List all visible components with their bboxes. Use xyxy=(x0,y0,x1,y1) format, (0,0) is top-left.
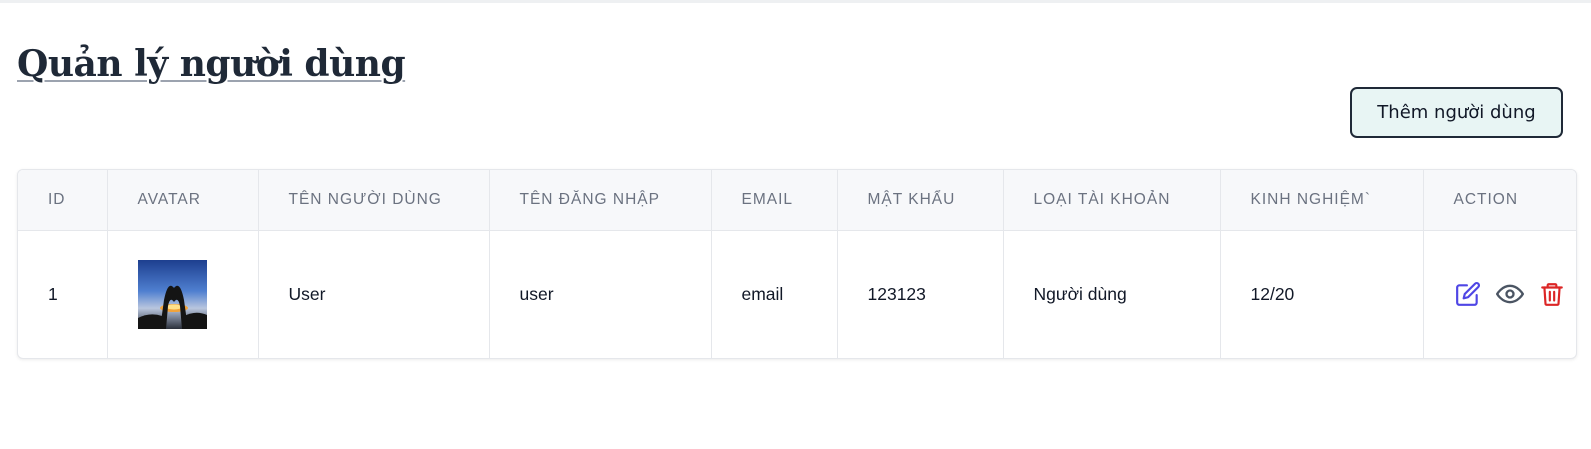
table-row: 1 User user email 123123 Người dùng 12/2… xyxy=(18,230,1577,358)
column-header-experience: KINH NGHIỆM` xyxy=(1220,170,1424,231)
column-header-email: EMAIL xyxy=(711,170,838,231)
column-header-password: MẬT KHẨU xyxy=(837,170,1004,231)
trash-icon[interactable] xyxy=(1538,280,1566,308)
cell-password: 123123 xyxy=(837,230,1004,358)
users-table: ID AVATAR TÊN NGƯỜI DÙNG TÊN ĐĂNG NHẬP E… xyxy=(18,170,1577,358)
column-header-name: TÊN NGƯỜI DÙNG xyxy=(258,170,490,231)
add-user-button[interactable]: Thêm người dùng xyxy=(1350,87,1563,138)
cell-id: 1 xyxy=(18,230,108,358)
column-header-username: TÊN ĐĂNG NHẬP xyxy=(489,170,712,231)
cell-email: email xyxy=(711,230,838,358)
column-header-action: ACTION xyxy=(1423,170,1576,231)
cell-username: user xyxy=(489,230,712,358)
avatar xyxy=(137,259,207,329)
page-title: Quản lý người dùng xyxy=(17,43,406,85)
column-header-id: ID xyxy=(18,170,108,231)
column-header-account-type: LOẠI TÀI KHOẢN xyxy=(1003,170,1221,231)
cell-name: User xyxy=(258,230,490,358)
cell-action xyxy=(1423,230,1577,358)
column-header-avatar: AVATAR xyxy=(107,170,259,231)
cell-avatar xyxy=(107,230,259,358)
cell-experience: 12/20 xyxy=(1220,230,1424,358)
cell-account-type: Người dùng xyxy=(1003,230,1221,358)
table-header-row: ID AVATAR TÊN NGƯỜI DÙNG TÊN ĐĂNG NHẬP E… xyxy=(18,170,1576,231)
users-table-container: ID AVATAR TÊN NGƯỜI DÙNG TÊN ĐĂNG NHẬP E… xyxy=(17,169,1577,359)
edit-icon[interactable] xyxy=(1454,280,1482,308)
top-strip xyxy=(0,0,1591,3)
row-actions xyxy=(1454,280,1577,308)
eye-icon[interactable] xyxy=(1495,280,1524,308)
